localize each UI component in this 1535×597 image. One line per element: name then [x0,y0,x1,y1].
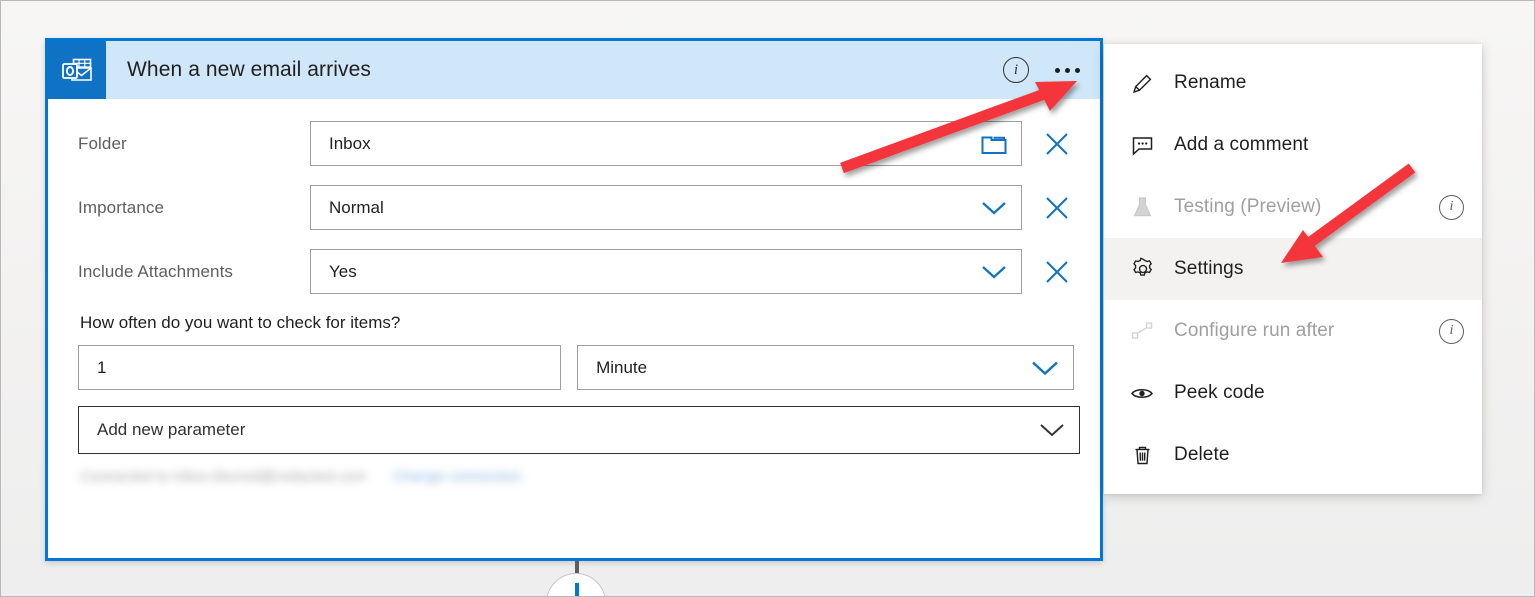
info-icon[interactable]: i [1439,194,1464,220]
menu-item-testing-preview[interactable]: Testing (Preview) i [1104,176,1482,238]
trash-icon [1130,443,1160,468]
field-label-importance: Importance [78,197,165,217]
chevron-down-icon[interactable] [981,200,1007,216]
ellipsis-dot-1 [1055,67,1060,73]
chevron-down-icon[interactable] [1039,422,1065,438]
menu-item-label: Peek code [1174,382,1265,403]
connection-text: Connected to inbox.blurred@redacted.com [80,468,367,485]
power-automate-designer-screen: When a new email arrives i Folder Inbox [0,0,1535,597]
menu-item-label: Testing (Preview) [1174,196,1322,217]
folder-input[interactable]: Inbox [310,121,1022,166]
menu-item-delete[interactable]: Delete [1104,424,1482,486]
trigger-header-actions: i [1003,41,1086,99]
field-label-include-attachments: Include Attachments [78,261,233,281]
field-row-folder: Folder Inbox [78,121,1074,166]
add-new-parameter-dropdown[interactable]: Add new parameter [78,406,1080,454]
change-connection-link[interactable]: Change connection [392,468,521,485]
clear-folder-icon[interactable] [1040,127,1074,161]
menu-item-label: Rename [1174,72,1247,93]
more-options-icon[interactable] [1049,60,1086,81]
trigger-card-header: When a new email arrives i [48,41,1100,99]
comment-icon [1130,133,1160,158]
field-label-folder: Folder [78,133,127,153]
outlook-icon [48,41,106,99]
field-row-include-attachments: Include Attachments Yes [78,249,1074,294]
trigger-card[interactable]: When a new email arrives i Folder Inbox [45,38,1103,561]
menu-item-label: Delete [1174,444,1230,465]
trigger-context-menu[interactable]: Rename Add a comment Testing (Preview) i [1104,44,1482,494]
importance-value: Normal [329,197,384,217]
eye-icon [1130,381,1160,406]
frequency-row: 1 Minute [78,345,1074,390]
folder-icon[interactable] [981,133,1007,155]
info-icon[interactable]: i [1439,318,1464,344]
menu-item-peek-code[interactable]: Peek code [1104,362,1482,424]
chevron-down-icon[interactable] [981,264,1007,280]
trigger-title: When a new email arrives [127,58,371,81]
include-attachments-dropdown[interactable]: Yes [310,249,1022,294]
frequency-question-label: How often do you want to check for items… [80,313,401,332]
pencil-icon [1130,71,1160,96]
ellipsis-dot-3 [1075,67,1080,73]
menu-item-rename[interactable]: Rename [1104,52,1482,114]
menu-item-label: Settings [1174,258,1244,279]
field-row-importance: Importance Normal [78,185,1074,230]
trigger-card-body: Folder Inbox Importance Normal Include A… [48,99,1100,485]
importance-dropdown[interactable]: Normal [310,185,1022,230]
frequency-unit-value: Minute [596,357,648,377]
interval-value: 1 [97,357,107,377]
flask-icon [1130,195,1160,220]
info-icon[interactable]: i [1003,57,1029,83]
menu-item-add-a-comment[interactable]: Add a comment [1104,114,1482,176]
folder-value: Inbox [329,133,371,153]
menu-item-settings[interactable]: Settings [1104,238,1482,300]
clear-include-attachments-icon[interactable] [1040,255,1074,289]
menu-item-label: Add a comment [1174,134,1309,155]
run-after-icon [1130,319,1160,344]
connection-info: Connected to inbox.blurred@redacted.com … [78,468,1074,485]
add-new-parameter-label: Add new parameter [97,420,246,439]
include-attachments-value: Yes [329,261,357,281]
plus-icon-vertical [575,583,579,596]
menu-item-label: Configure run after [1174,320,1335,341]
ellipsis-dot-2 [1065,67,1070,73]
menu-item-configure-run-after[interactable]: Configure run after i [1104,300,1482,362]
frequency-unit-dropdown[interactable]: Minute [577,345,1074,390]
add-step-connector[interactable] [546,561,608,596]
clear-importance-icon[interactable] [1040,191,1074,225]
chevron-down-icon[interactable] [1031,359,1059,376]
gear-icon [1130,256,1160,282]
interval-input[interactable]: 1 [78,345,562,390]
